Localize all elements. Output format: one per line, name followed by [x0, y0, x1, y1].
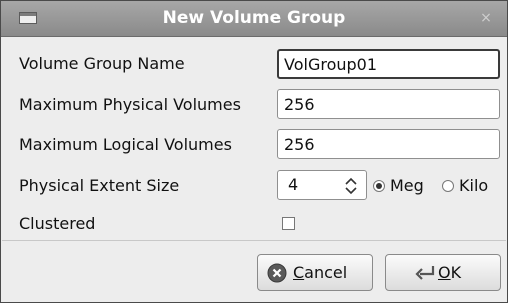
close-icon[interactable]: ×: [475, 8, 497, 29]
ok-icon: [415, 266, 435, 280]
cancel-button[interactable]: Cancel: [257, 254, 373, 291]
max-physical-volumes-input[interactable]: [277, 89, 500, 119]
volume-group-name-input[interactable]: [277, 49, 500, 79]
cancel-button-label: Cancel: [293, 263, 348, 282]
cancel-icon: [267, 263, 287, 283]
max-logical-volumes-label: Maximum Logical Volumes: [19, 135, 232, 154]
unit-meg-label: Meg: [390, 176, 424, 195]
title-bar[interactable]: New Volume Group ×: [1, 1, 507, 37]
physical-extent-size-label: Physical Extent Size: [19, 176, 180, 195]
physical-extent-size-value: 4: [288, 175, 299, 194]
volume-group-name-label: Volume Group Name: [19, 54, 185, 73]
clustered-label: Clustered: [19, 214, 96, 233]
unit-kilo-radio[interactable]: [442, 180, 454, 192]
new-volume-group-dialog: New Volume Group × Volume Group Name Max…: [0, 0, 508, 303]
max-physical-volumes-label: Maximum Physical Volumes: [19, 95, 241, 114]
physical-extent-size-spinner[interactable]: 4: [277, 170, 367, 200]
button-separator: [2, 240, 506, 241]
unit-meg-radio[interactable]: [373, 180, 385, 192]
spin-up-down-icon[interactable]: [342, 175, 360, 197]
unit-kilo-label: Kilo: [459, 176, 489, 195]
clustered-checkbox[interactable]: [282, 217, 295, 230]
window-title: New Volume Group: [162, 8, 346, 28]
ok-button-label: OK: [438, 263, 462, 282]
ok-button[interactable]: OK: [385, 254, 501, 291]
max-logical-volumes-input[interactable]: [277, 129, 500, 159]
